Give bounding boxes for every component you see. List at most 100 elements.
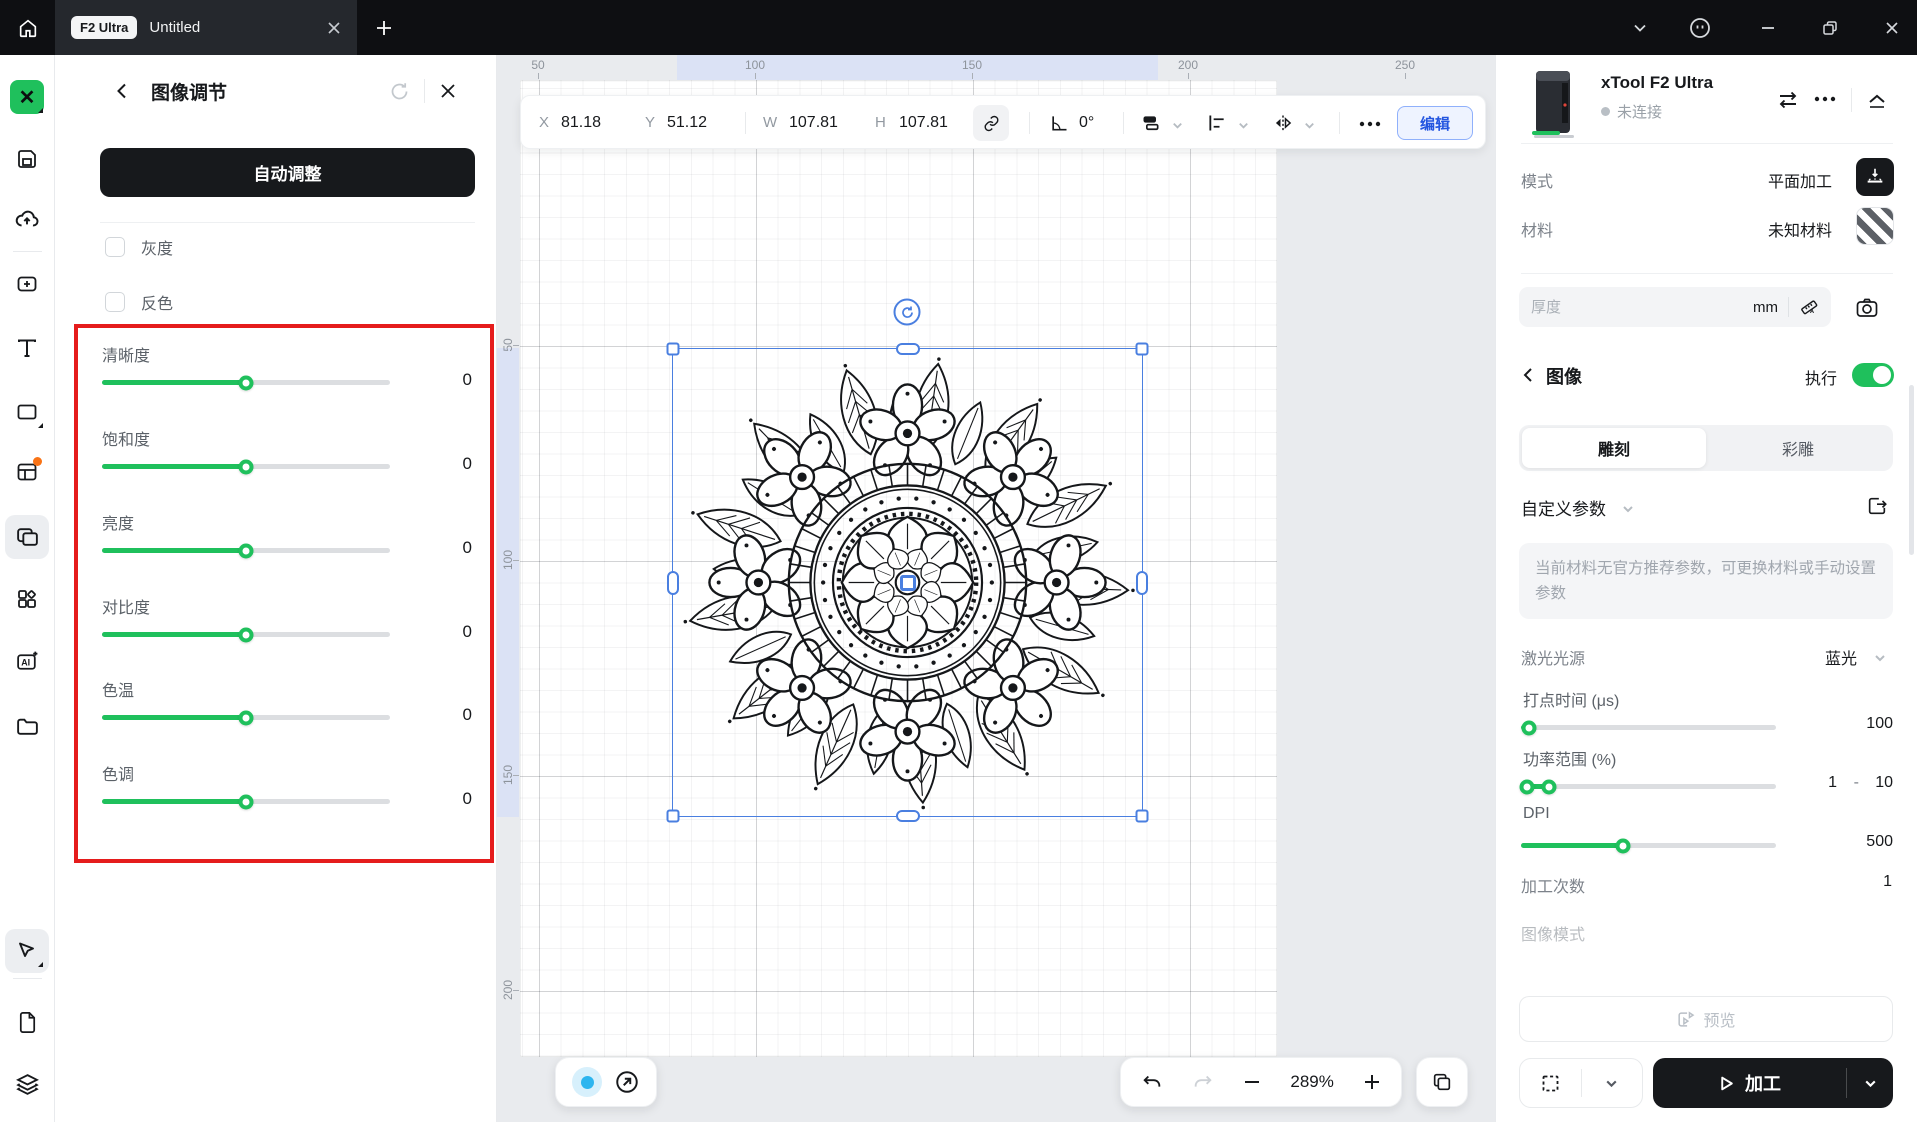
material-value[interactable]: 未知材料 xyxy=(1768,217,1832,241)
contrast-slider[interactable] xyxy=(102,632,390,637)
flip-icon[interactable] xyxy=(1141,113,1161,133)
elements-button[interactable] xyxy=(5,577,49,621)
image-tool-button-selected[interactable] xyxy=(5,515,49,559)
align-icon[interactable] xyxy=(1207,113,1227,133)
dot-time-knob[interactable] xyxy=(1521,720,1536,735)
panel-scrollbar[interactable] xyxy=(1909,385,1914,555)
switch-device-icon[interactable] xyxy=(1776,90,1800,110)
redo-icon[interactable] xyxy=(1192,1071,1214,1093)
clarity-slider[interactable] xyxy=(102,380,390,385)
home-button[interactable] xyxy=(0,0,55,55)
hue-slider[interactable] xyxy=(102,799,390,804)
saturation-slider[interactable] xyxy=(102,464,390,469)
hue-knob[interactable] xyxy=(239,794,254,809)
measure-ruler-icon[interactable]: A xyxy=(1799,297,1819,317)
preview-button[interactable]: 预览 xyxy=(1519,996,1893,1042)
material-swatch[interactable] xyxy=(1856,207,1894,245)
dpi-knob[interactable] xyxy=(1616,838,1631,853)
undo-icon[interactable] xyxy=(1141,1071,1163,1093)
execute-toggle-on[interactable] xyxy=(1852,363,1894,387)
grayscale-checkbox[interactable] xyxy=(105,237,125,257)
laser-dot-indicator[interactable] xyxy=(572,1067,602,1097)
frame-options-button[interactable] xyxy=(1582,1059,1643,1107)
text-tool-button[interactable] xyxy=(5,326,49,370)
save-params-icon[interactable] xyxy=(1866,495,1888,517)
canvas-area[interactable]: 50 100 150 200 250 50 100 150 200 xyxy=(497,55,1495,1122)
zoom-level[interactable]: 289% xyxy=(1290,1072,1333,1092)
process-button[interactable]: 加工 xyxy=(1653,1070,1846,1096)
cloud-upload-button[interactable] xyxy=(5,198,49,242)
jump-to-position-icon[interactable] xyxy=(614,1069,640,1095)
feedback-button[interactable] xyxy=(1676,0,1724,55)
frame-outline-button[interactable] xyxy=(1520,1059,1581,1107)
clarity-knob[interactable] xyxy=(239,375,254,390)
mode-icon-button[interactable] xyxy=(1856,158,1894,196)
edit-button[interactable]: 编辑 xyxy=(1397,106,1473,140)
duplicate-button[interactable] xyxy=(1416,1057,1468,1107)
mode-value[interactable]: 平面加工 xyxy=(1768,168,1832,192)
ai-image-button[interactable]: AI xyxy=(5,639,49,683)
laser-source-value[interactable]: 蓝光 xyxy=(1825,645,1857,669)
zoom-out-icon[interactable] xyxy=(1243,1073,1261,1091)
temperature-knob[interactable] xyxy=(239,710,254,725)
select-tool-button-selected[interactable] xyxy=(5,929,49,973)
document-tab[interactable]: F2 Ultra Untitled xyxy=(55,0,357,55)
dot-time-slider[interactable] xyxy=(1521,725,1776,730)
brightness-knob[interactable] xyxy=(239,543,254,558)
y-value[interactable]: 51.12 xyxy=(667,96,707,150)
layers-button[interactable] xyxy=(5,1062,49,1106)
power-max-knob[interactable] xyxy=(1542,779,1557,794)
custom-params-chevron-icon[interactable] xyxy=(1621,502,1635,516)
app-menu-button[interactable]: ✕ xyxy=(5,75,49,119)
x-value[interactable]: 81.18 xyxy=(561,96,601,150)
back-icon[interactable] xyxy=(113,82,131,100)
tab-engrave-active[interactable]: 雕刻 xyxy=(1522,428,1706,468)
resize-handle-se[interactable] xyxy=(1136,810,1149,823)
flip-chevron-icon[interactable] xyxy=(1171,119,1184,132)
resize-handle-s[interactable] xyxy=(896,810,920,822)
selection-center-handle[interactable] xyxy=(900,575,916,591)
insert-button[interactable] xyxy=(5,262,49,306)
window-dropdown-button[interactable] xyxy=(1616,0,1664,55)
saturation-knob[interactable] xyxy=(239,459,254,474)
lock-aspect-ratio-button[interactable] xyxy=(973,105,1009,141)
passes-value[interactable]: 1 xyxy=(1883,873,1892,891)
invert-checkbox[interactable] xyxy=(105,292,125,312)
template-button[interactable] xyxy=(5,450,49,494)
h-value[interactable]: 107.81 xyxy=(899,96,948,150)
close-window-button[interactable] xyxy=(1868,0,1916,55)
tab-color-engrave[interactable]: 彩雕 xyxy=(1706,428,1890,468)
file-button[interactable] xyxy=(5,1000,49,1044)
power-range-slider[interactable] xyxy=(1521,784,1776,789)
zoom-in-icon[interactable] xyxy=(1363,1073,1381,1091)
resize-handle-n[interactable] xyxy=(896,343,920,355)
more-options-icon[interactable] xyxy=(1359,121,1381,127)
align-chevron-icon[interactable] xyxy=(1237,119,1250,132)
thickness-input[interactable] xyxy=(1531,299,1743,316)
resize-handle-nw[interactable] xyxy=(667,343,680,356)
close-panel-icon[interactable] xyxy=(439,82,457,100)
mirror-chevron-icon[interactable] xyxy=(1303,119,1316,132)
camera-measure-button[interactable] xyxy=(1848,289,1886,327)
device-more-icon[interactable] xyxy=(1814,96,1836,102)
resize-handle-sw[interactable] xyxy=(667,810,680,823)
reset-refresh-icon[interactable] xyxy=(389,81,410,102)
mirror-icon[interactable] xyxy=(1273,113,1293,133)
resize-handle-w[interactable] xyxy=(667,571,679,595)
laser-source-chevron-icon[interactable] xyxy=(1873,651,1887,665)
selection-bounding-box[interactable] xyxy=(672,348,1143,817)
tab-close-icon[interactable] xyxy=(327,21,341,35)
new-tab-button[interactable] xyxy=(360,0,408,55)
maximize-button[interactable] xyxy=(1806,0,1854,55)
temperature-slider[interactable] xyxy=(102,715,390,720)
rotate-handle[interactable] xyxy=(894,299,921,326)
projects-button[interactable] xyxy=(5,704,49,748)
resize-handle-e[interactable] xyxy=(1136,571,1148,595)
save-button[interactable] xyxy=(5,137,49,181)
rotation-value[interactable]: 0° xyxy=(1079,96,1094,150)
contrast-knob[interactable] xyxy=(239,627,254,642)
dpi-slider[interactable] xyxy=(1521,843,1776,848)
shape-tool-button[interactable] xyxy=(5,390,49,434)
section-back-icon[interactable] xyxy=(1521,367,1535,383)
brightness-slider[interactable] xyxy=(102,548,390,553)
